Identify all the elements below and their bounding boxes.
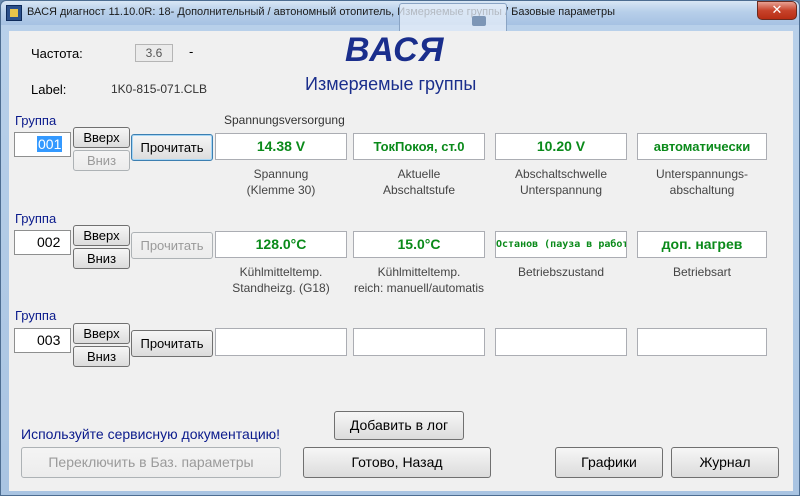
caption-line: Unterspannung (519, 183, 603, 197)
group3-number-input[interactable]: 003 (14, 328, 71, 353)
group3-down-button[interactable]: Вниз (73, 346, 130, 367)
group3-value-2 (353, 328, 485, 356)
caption-line: Betriebsart (672, 265, 732, 279)
group1-value-2: ТокПокоя, ст.0 (353, 133, 485, 160)
group2-number: 002 (37, 234, 61, 250)
group2-caption-3: Betriebszustand (495, 264, 627, 280)
group1-down-button[interactable]: Вниз (73, 150, 130, 171)
group2-value-2: 15.0°C (353, 231, 485, 258)
group1-caption-4: Unterspannungs-abschaltung (637, 166, 767, 198)
caption-line: Aktuelle (397, 167, 441, 181)
caption-line: Abschaltstufe (382, 183, 456, 197)
caption-line: reich: manuell/automatis (353, 281, 485, 295)
group3-read-button[interactable]: Прочитать (131, 330, 213, 357)
journal-button[interactable]: Журнал (671, 447, 779, 478)
group1-label: Группа (15, 113, 57, 128)
group2-value-4: доп. нагрев (637, 231, 767, 258)
group1-value-3: 10.20 V (495, 133, 627, 160)
app-window: ВАСЯ диагност 11.10.0R: 18- Дополнительн… (0, 0, 800, 496)
caption-line: (Klemme 30) (246, 183, 316, 197)
group1-read-button[interactable]: Прочитать (131, 134, 213, 161)
page-title: Измеряемые группы (305, 74, 477, 94)
group1-value-4: автоматически (637, 133, 767, 160)
brand-logo: ВАСЯ (345, 31, 445, 69)
group2-label: Группа (15, 211, 57, 226)
group1-up-button[interactable]: Вверх (73, 127, 130, 148)
caption-line: Unterspannungs- (655, 167, 749, 181)
caption-line: Kühlmitteltemp. (377, 265, 461, 279)
main-panel: Частота: 3.6 - Label: 1K0-815-071.CLB ВА… (9, 31, 793, 491)
close-button[interactable]: ✕ (757, 1, 797, 20)
group2-number-input[interactable]: 002 (14, 230, 71, 255)
group1-number: 001 (37, 136, 63, 152)
group1-value-1: 14.38 V (215, 133, 347, 160)
caption-line: Betriebszustand (517, 265, 605, 279)
label-caption: Label: (31, 82, 67, 97)
group2-down-button[interactable]: Вниз (73, 248, 130, 269)
caption-line: Kühlmitteltemp. (239, 265, 323, 279)
group2-read-button[interactable]: Прочитать (131, 232, 213, 259)
group2-up-button[interactable]: Вверх (73, 225, 130, 246)
group2-value-1: 128.0°C (215, 231, 347, 258)
caption-line: Standheizg. (G18) (232, 281, 330, 295)
group1-caption-1: Spannung (Klemme 30) (215, 166, 347, 198)
group3-label: Группа (15, 308, 57, 323)
caption-line: Spannung (253, 167, 309, 181)
group2-caption-4: Betriebsart (637, 264, 767, 280)
group1-number-input[interactable]: 001 (14, 132, 71, 157)
label-value: 1K0-815-071.CLB (111, 82, 208, 96)
window-title: ВАСЯ диагност 11.10.0R: 18- Дополнительн… (27, 6, 615, 18)
group3-value-1 (215, 328, 347, 356)
group3-number: 003 (37, 332, 61, 348)
frequency-label: Частота: (31, 46, 83, 61)
title-bar[interactable]: ВАСЯ диагност 11.10.0R: 18- Дополнительн… (1, 1, 799, 37)
done-back-button[interactable]: Готово, Назад (303, 447, 491, 478)
caption-line: Abschaltschwelle (514, 167, 608, 181)
documentation-hint: Используйте сервисную документацию! (21, 426, 281, 442)
add-to-log-button[interactable]: Добавить в лог (334, 411, 464, 440)
graphs-button[interactable]: Графики (555, 447, 663, 478)
group3-value-3 (495, 328, 627, 356)
frequency-value: 3.6 (135, 44, 173, 62)
frequency-suffix: - (189, 44, 194, 59)
group2-caption-1: Kühlmitteltemp. Standheizg. (G18) (215, 264, 347, 296)
toolbar-glyph-icon (472, 16, 486, 26)
app-icon (6, 5, 22, 21)
switch-basic-params-button[interactable]: Переключить в Баз. параметры (21, 447, 281, 478)
group2-value-3: Останов (пауза в работе (495, 231, 627, 258)
group3-value-4 (637, 328, 767, 356)
group2-caption-2: Kühlmitteltemp. reich: manuell/automatis (353, 264, 485, 296)
group1-title: Spannungsversorgung (224, 113, 345, 127)
caption-line: abschaltung (669, 183, 735, 197)
group1-caption-3: Abschaltschwelle Unterspannung (495, 166, 627, 198)
group1-caption-2: Aktuelle Abschaltstufe (353, 166, 485, 198)
group3-up-button[interactable]: Вверх (73, 323, 130, 344)
